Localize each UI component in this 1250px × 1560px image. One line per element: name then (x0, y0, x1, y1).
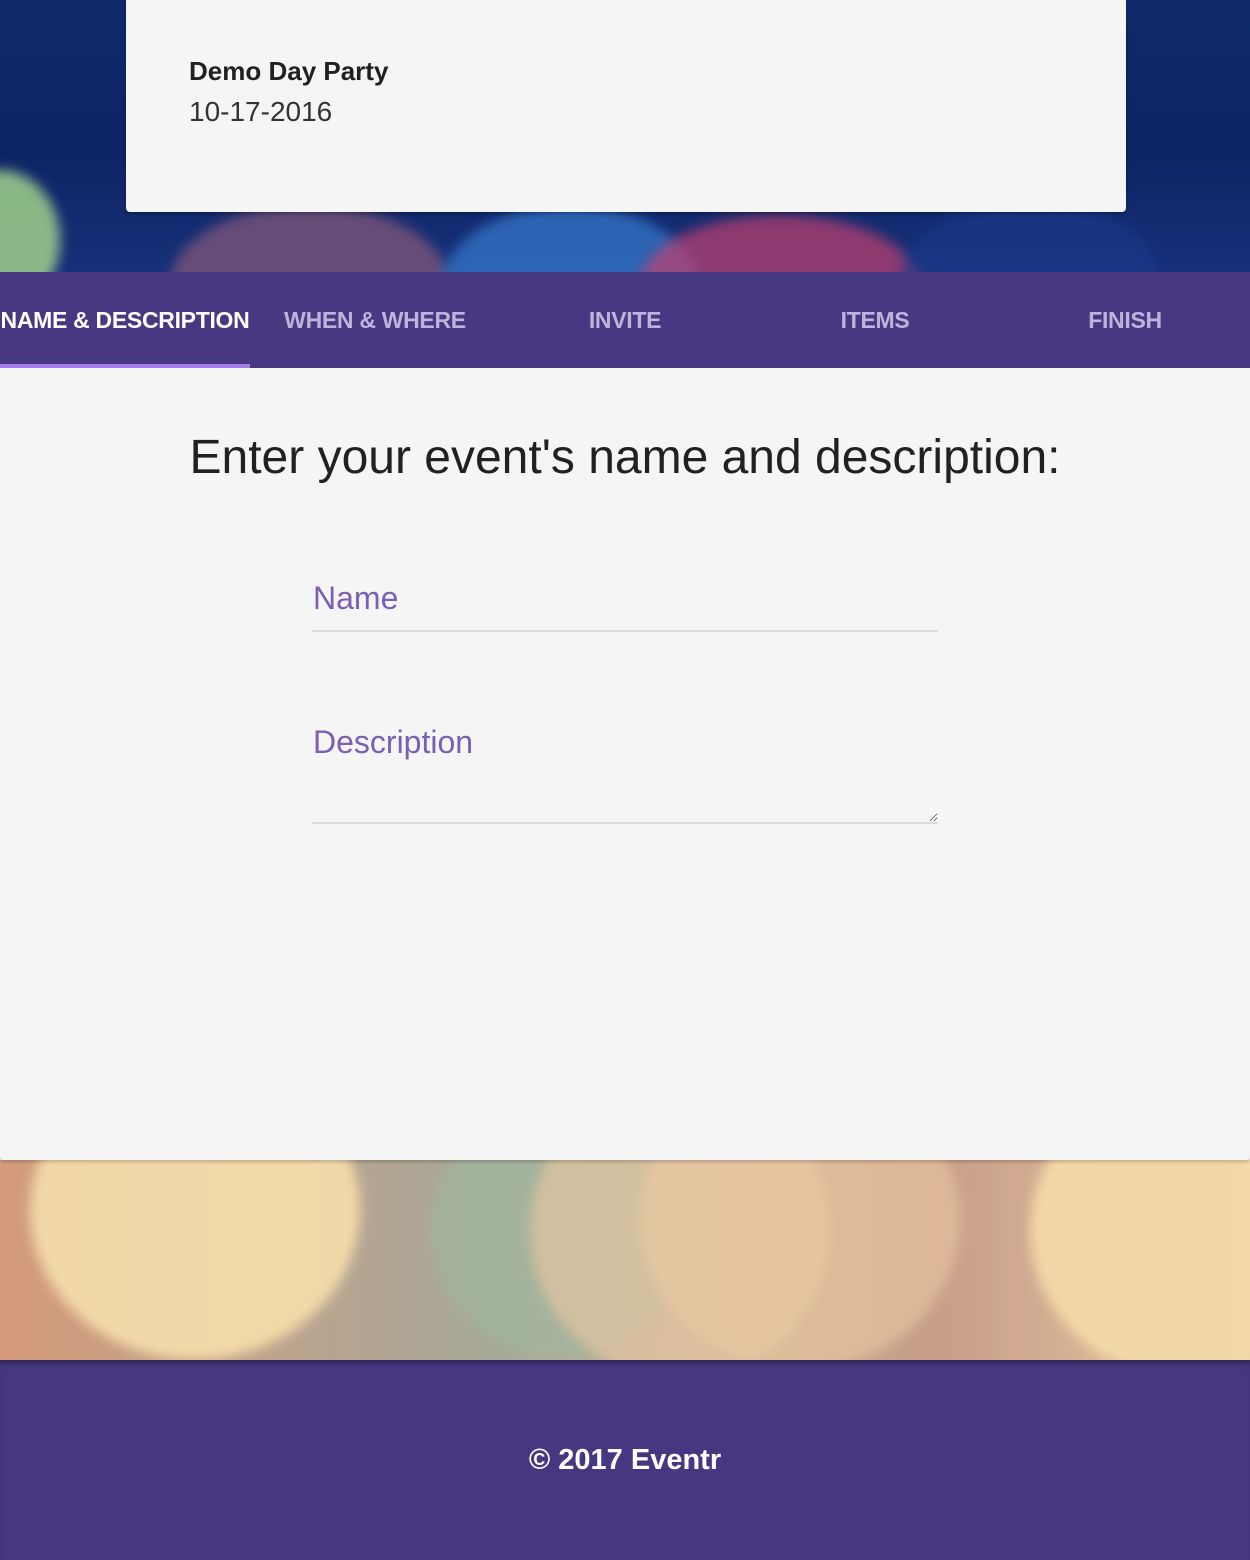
tab-when-where[interactable]: WHEN & WHERE (250, 272, 500, 368)
event-title: Demo Day Party (189, 56, 389, 86)
event-summary-card: Demo Day Party 10-17-2016 (126, 0, 1126, 212)
description-field[interactable]: Description (312, 722, 938, 824)
description-input[interactable] (312, 722, 938, 822)
tab-name-description[interactable]: NAME & DESCRIPTION (0, 272, 250, 368)
tab-finish[interactable]: FINISH (1000, 272, 1250, 368)
footer-copyright: © 2017 Eventr (528, 1444, 722, 1476)
name-input[interactable] (312, 578, 938, 630)
wizard-tab-bar: NAME & DESCRIPTION WHEN & WHERE INVITE I… (0, 272, 1250, 368)
tab-items[interactable]: ITEMS (750, 272, 1000, 368)
tab-invite[interactable]: INVITE (500, 272, 750, 368)
footer: © 2017 Eventr (0, 1360, 1250, 1560)
event-date: 10-17-2016 (189, 96, 333, 127)
name-field[interactable]: Name (312, 578, 938, 632)
panel-heading: Enter your event's name and description: (189, 431, 1061, 484)
panel-background-image (0, 1160, 1250, 1360)
